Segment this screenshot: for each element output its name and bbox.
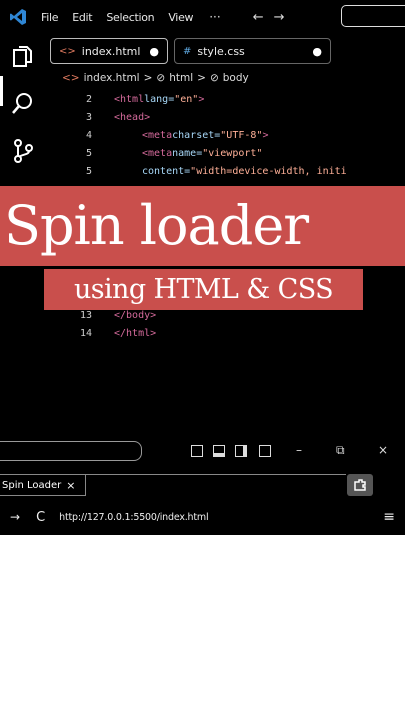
nav-forward-icon[interactable]: → bbox=[274, 10, 285, 25]
tab-label: style.css bbox=[197, 44, 245, 58]
code-token: content= bbox=[142, 165, 191, 177]
tab-close-icon[interactable]: × bbox=[66, 479, 75, 492]
code-token: "en" bbox=[174, 93, 199, 105]
breadcrumb-separator: > bbox=[143, 72, 153, 84]
tab-strip bbox=[86, 474, 346, 496]
minimize-icon[interactable]: – bbox=[296, 443, 302, 457]
url-field[interactable]: http://127.0.0.1:5500/index.html bbox=[59, 512, 208, 523]
code-token: <meta bbox=[142, 129, 173, 141]
menu-edit[interactable]: Edit bbox=[72, 11, 92, 24]
line-number: 5 bbox=[85, 165, 92, 177]
code-token: charset= bbox=[172, 129, 221, 141]
toggle-sidebar-icon[interactable] bbox=[191, 445, 203, 457]
code-token: </body> bbox=[114, 309, 157, 321]
code-token: <html bbox=[114, 93, 145, 105]
close-icon[interactable]: × bbox=[378, 443, 388, 457]
customize-layout-icon[interactable] bbox=[259, 445, 271, 457]
forward-icon[interactable]: → bbox=[10, 510, 20, 524]
panel-tab-bar[interactable] bbox=[0, 441, 142, 461]
code-line[interactable]: 5 content= "width=device-width, initi bbox=[70, 162, 347, 180]
breadcrumb-body[interactable]: body bbox=[223, 72, 249, 84]
nav-back-icon[interactable]: ← bbox=[253, 10, 264, 25]
panel-strip: – ⧉ × bbox=[0, 441, 405, 463]
line-number: 5 bbox=[85, 147, 92, 159]
code-token: <meta bbox=[142, 147, 173, 159]
screen: File Edit Selection View ··· ← → <> inde… bbox=[0, 0, 405, 535]
element-icon: ⊘ bbox=[156, 72, 166, 84]
menu-more[interactable]: ··· bbox=[209, 10, 220, 24]
breadcrumb: <> index.html > ⊘ html > ⊘ body bbox=[62, 70, 253, 86]
line-number: 3 bbox=[85, 111, 92, 123]
menu-view[interactable]: View bbox=[168, 11, 193, 24]
breadcrumb-html[interactable]: html bbox=[169, 72, 193, 84]
code-line[interactable]: 4 <meta charset= "UTF-8" > bbox=[70, 126, 269, 144]
code-token: name= bbox=[172, 147, 203, 159]
code-line[interactable]: 3 <head> bbox=[70, 108, 150, 126]
breadcrumb-file[interactable]: index.html bbox=[84, 72, 140, 84]
line-number: 2 bbox=[85, 93, 92, 105]
toggle-panel-icon[interactable] bbox=[213, 445, 225, 457]
browser-tab[interactable]: Spin Loader × bbox=[0, 474, 86, 496]
code-token: <head> bbox=[114, 111, 151, 123]
code-token: "viewport" bbox=[202, 147, 263, 159]
code-token: "UTF-8" bbox=[220, 129, 263, 141]
code-line[interactable]: 14 </html> bbox=[70, 324, 156, 342]
breadcrumb-separator: > bbox=[197, 72, 206, 84]
code-token: > bbox=[198, 93, 205, 105]
source-control-icon[interactable] bbox=[10, 138, 36, 164]
menu-selection[interactable]: Selection bbox=[106, 11, 154, 24]
modified-dot-icon[interactable]: ● bbox=[149, 45, 159, 58]
activity-selection-indicator bbox=[0, 76, 3, 106]
video-subtitle: using HTML & CSS bbox=[73, 274, 334, 305]
element-icon: ⊘ bbox=[209, 72, 219, 84]
address-bar: → C http://127.0.0.1:5500/index.html ≡ bbox=[0, 505, 405, 529]
menu-file[interactable]: File bbox=[41, 11, 59, 24]
code-line[interactable]: 5 <meta name= "viewport" bbox=[70, 144, 262, 162]
tab-index-html[interactable]: <> index.html ● bbox=[50, 38, 168, 64]
restore-icon[interactable]: ⧉ bbox=[336, 443, 345, 458]
explorer-icon[interactable] bbox=[10, 44, 36, 70]
code-token: > bbox=[262, 129, 269, 141]
command-center-search[interactable] bbox=[341, 5, 405, 27]
reload-icon[interactable]: C bbox=[36, 510, 45, 525]
tab-label: index.html bbox=[81, 44, 141, 58]
browser-menu-icon[interactable]: ≡ bbox=[383, 509, 395, 525]
html-file-icon: <> bbox=[59, 45, 76, 57]
css-file-icon: # bbox=[183, 45, 192, 57]
modified-dot-icon[interactable]: ● bbox=[312, 45, 322, 58]
toggle-secondary-sidebar-icon[interactable] bbox=[235, 445, 247, 457]
html-file-icon: <> bbox=[62, 72, 80, 84]
code-line[interactable]: 2 <html lang= "en" > bbox=[70, 90, 204, 108]
line-number: 14 bbox=[79, 327, 92, 339]
video-title: Spin loader bbox=[4, 194, 309, 257]
line-number: 4 bbox=[85, 129, 92, 141]
search-icon[interactable] bbox=[10, 90, 36, 116]
browser-tab-label: Spin Loader bbox=[2, 479, 62, 491]
tab-style-css[interactable]: # style.css ● bbox=[174, 38, 331, 64]
line-number: 13 bbox=[79, 309, 92, 321]
extension-icon[interactable] bbox=[347, 474, 373, 496]
code-token: "width=device-width, initi bbox=[190, 165, 347, 177]
vscode-logo-icon bbox=[9, 8, 27, 26]
editor-tabs: <> index.html ● # style.css ● bbox=[46, 36, 405, 66]
code-token: lang= bbox=[144, 93, 175, 105]
code-token: </html> bbox=[114, 327, 157, 339]
browser-tab-bar: Spin Loader × bbox=[0, 474, 405, 498]
